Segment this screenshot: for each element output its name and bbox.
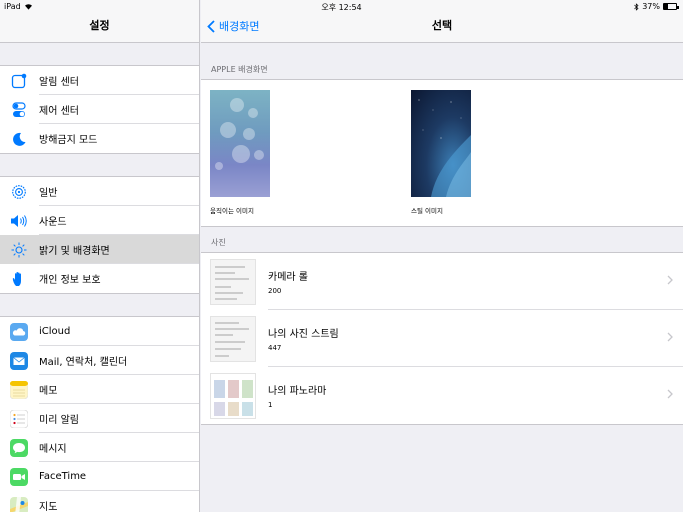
control-center-icon bbox=[10, 101, 28, 119]
photos-header: 사진 bbox=[201, 227, 683, 252]
gear-icon bbox=[10, 183, 28, 201]
sidebar-item-sounds[interactable]: 사운드 bbox=[0, 206, 199, 235]
page-title: 선택 bbox=[431, 19, 453, 32]
sidebar-item-label: FaceTime bbox=[39, 462, 199, 491]
album-my-panorama[interactable]: 나의 파노라마 1 bbox=[201, 367, 683, 424]
notes-icon bbox=[10, 380, 28, 399]
sidebar-item-label: 메모 bbox=[39, 375, 199, 404]
sidebar-item-label: 개인 정보 보호 bbox=[39, 275, 101, 286]
sidebar-item-label: 일반 bbox=[39, 177, 199, 206]
sidebar-item-label: 미리 알림 bbox=[39, 404, 199, 433]
notification-center-icon bbox=[10, 72, 28, 90]
album-camera-roll[interactable]: 카메라 롤 200 bbox=[201, 253, 683, 310]
dynamic-wallpaper-option[interactable]: 움직이는 이미지 bbox=[210, 90, 270, 215]
icloud-icon bbox=[10, 322, 28, 341]
section-header-label: APPLE 배경화면 bbox=[211, 65, 268, 74]
maps-icon bbox=[10, 496, 28, 512]
facetime-icon bbox=[10, 467, 28, 486]
moon-icon bbox=[10, 130, 28, 148]
battery-icon bbox=[663, 3, 679, 10]
album-name: 나의 파노라마 bbox=[268, 386, 327, 397]
sidebar-item-label: iCloud bbox=[39, 317, 199, 346]
album-count: 200 bbox=[268, 286, 282, 295]
sidebar-item-label: 밝기 및 배경화면 bbox=[39, 235, 199, 264]
status-bar: iPad 오후 12:54 37% bbox=[0, 0, 683, 13]
album-thumbnail bbox=[210, 372, 256, 419]
sidebar-item-label: 제어 센터 bbox=[39, 95, 199, 124]
sidebar-group-2: 일반 사운드 밝기 및 배경화면 개인 정보 보호 bbox=[0, 176, 199, 294]
apple-wallpapers-header: APPLE 배경화면 bbox=[201, 43, 683, 79]
sidebar-item-notification-center[interactable]: 알림 센터 bbox=[0, 66, 199, 95]
album-thumbnail bbox=[210, 258, 256, 305]
status-time: 오후 12:54 bbox=[321, 3, 362, 12]
sidebar-item-general[interactable]: 일반 bbox=[0, 177, 199, 206]
dynamic-wallpaper-thumbnail bbox=[210, 90, 270, 197]
sidebar-item-reminders[interactable]: 미리 알림 bbox=[0, 404, 199, 433]
battery-level bbox=[664, 4, 669, 9]
sidebar-item-label: 사운드 bbox=[39, 206, 199, 235]
album-my-photo-stream[interactable]: 나의 사진 스트림 447 bbox=[201, 310, 683, 367]
sidebar-item-control-center[interactable]: 제어 센터 bbox=[0, 95, 199, 124]
sidebar-item-label: Mail, 연락처, 캘린더 bbox=[39, 346, 199, 375]
brightness-icon bbox=[10, 241, 28, 259]
sidebar-item-do-not-disturb[interactable]: 방해금지 모드 bbox=[0, 124, 199, 153]
section-header-label: 사진 bbox=[211, 238, 226, 247]
photo-albums-list: 카메라 롤 200 나의 사진 스트림 447 나의 파노라마 1 bbox=[201, 252, 683, 425]
sidebar-group-1: 알림 센터 제어 센터 방해금지 모드 bbox=[0, 65, 199, 154]
speaker-icon bbox=[10, 212, 28, 230]
album-count: 1 bbox=[268, 401, 273, 409]
hand-icon bbox=[10, 270, 28, 288]
album-name: 나의 사진 스트림 bbox=[268, 328, 339, 340]
settings-screen: iPad 오후 12:54 37% 설정 알림 센터 제어 센터 방해금지 모드… bbox=[0, 0, 683, 512]
sidebar-item-mail-contacts-calendars[interactable]: Mail, 연락처, 캘린더 bbox=[0, 346, 199, 375]
sidebar-item-label: 방해금지 모드 bbox=[39, 135, 98, 146]
settings-sidebar: 설정 알림 센터 제어 센터 방해금지 모드 일반 사운드 밝기 및 배경화면 … bbox=[0, 0, 200, 512]
chevron-right-icon bbox=[667, 275, 673, 285]
sidebar-group-3: iCloud Mail, 연락처, 캘린더 메모 미리 알림 메시지 FaceT… bbox=[0, 316, 199, 512]
album-name: 카메라 롤 bbox=[268, 271, 308, 283]
reminders-icon bbox=[10, 409, 28, 428]
mail-icon bbox=[10, 351, 28, 370]
sidebar-item-notes[interactable]: 메모 bbox=[0, 375, 199, 404]
sidebar-item-messages[interactable]: 메시지 bbox=[0, 433, 199, 462]
sidebar-item-facetime[interactable]: FaceTime bbox=[0, 462, 199, 491]
album-count: 447 bbox=[268, 343, 282, 352]
chevron-right-icon bbox=[667, 389, 673, 399]
wallpaper-caption: 스틸 이미지 bbox=[411, 207, 443, 215]
apple-wallpapers-section: 움직이는 이미지 스틸 이미지 bbox=[201, 79, 683, 227]
still-wallpaper-thumbnail bbox=[411, 90, 471, 197]
sidebar-item-icloud[interactable]: iCloud bbox=[0, 317, 199, 346]
bluetooth-icon bbox=[634, 2, 639, 11]
chevron-right-icon bbox=[667, 332, 673, 342]
sidebar-item-maps[interactable]: 지도 bbox=[0, 491, 199, 512]
sidebar-item-label: 알림 센터 bbox=[39, 66, 199, 95]
sidebar-item-privacy[interactable]: 개인 정보 보호 bbox=[0, 264, 199, 293]
sidebar-title: 설정 bbox=[89, 19, 110, 32]
still-wallpaper-option[interactable]: 스틸 이미지 bbox=[411, 90, 471, 215]
sidebar-item-label: 지도 bbox=[39, 502, 58, 512]
wallpaper-choose-panel: 배경화면 선택 APPLE 배경화면 움직이는 이미지 스틸 이미지 사진 카메… bbox=[201, 0, 683, 512]
battery-percent: 37% bbox=[642, 2, 660, 11]
album-thumbnail bbox=[210, 315, 256, 362]
wallpaper-caption: 움직이는 이미지 bbox=[210, 207, 254, 215]
sidebar-item-label: 메시지 bbox=[39, 433, 199, 462]
sidebar-item-brightness-wallpaper[interactable]: 밝기 및 배경화면 bbox=[0, 235, 199, 264]
messages-icon bbox=[10, 438, 28, 457]
